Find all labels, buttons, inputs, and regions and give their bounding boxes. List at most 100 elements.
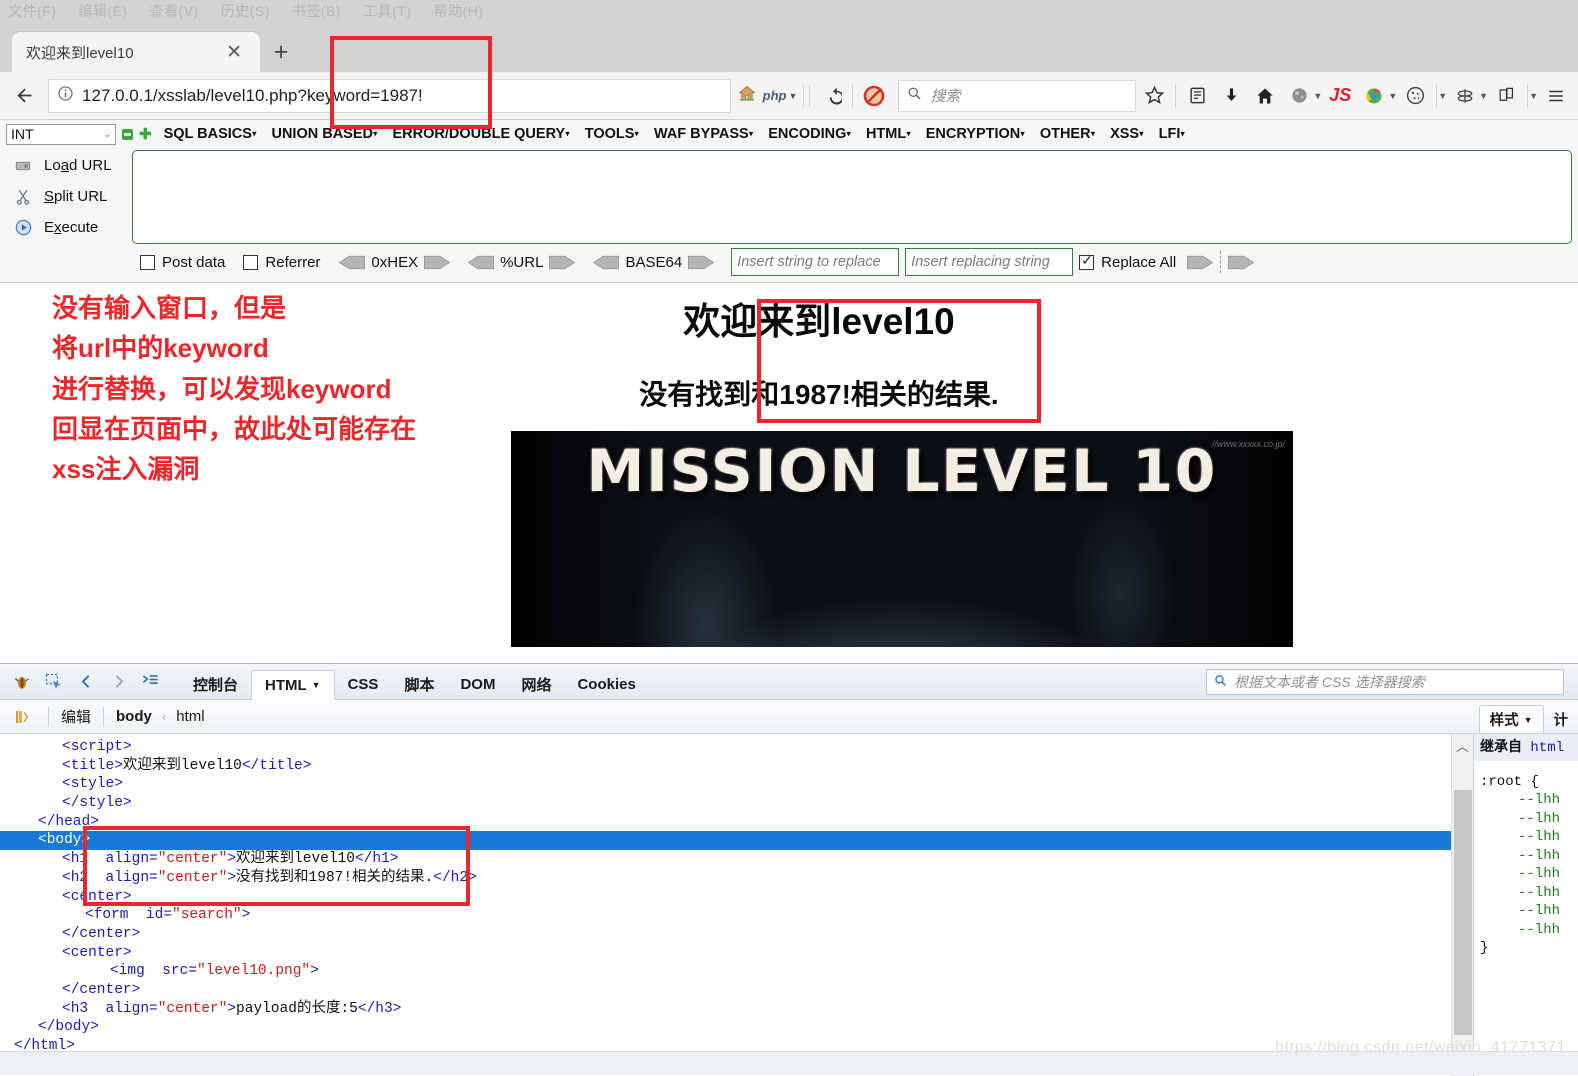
php-indicator[interactable]: php ▼: [737, 84, 805, 108]
hb-menu-lfi[interactable]: LFI▾: [1159, 126, 1185, 142]
code-line[interactable]: +<form id="search">: [0, 906, 1451, 925]
code-line[interactable]: –<style>: [0, 775, 1451, 794]
code-line[interactable]: +<script>: [0, 738, 1451, 757]
code-line[interactable]: –<center>: [0, 944, 1451, 963]
url-converter[interactable]: %URL: [467, 254, 576, 271]
hb-menu-html[interactable]: HTML▾: [866, 126, 911, 142]
pretty-print-icon[interactable]: [8, 704, 36, 730]
chevron-down-icon[interactable]: ▼: [788, 91, 797, 101]
back-button[interactable]: [6, 78, 42, 114]
cookie-icon[interactable]: [1399, 80, 1431, 112]
tab-network[interactable]: 网络: [508, 670, 564, 700]
downloads-icon[interactable]: [1215, 80, 1247, 112]
tab-styles[interactable]: 样式 ▼: [1479, 705, 1544, 733]
noscript-icon[interactable]: [858, 80, 890, 112]
tab-console[interactable]: 控制台: [180, 670, 251, 700]
menu-tools[interactable]: 工具(T): [363, 1, 411, 21]
tab-script[interactable]: 脚本: [391, 670, 447, 700]
js-toggle-icon[interactable]: JS: [1324, 80, 1356, 112]
globe-addon-icon[interactable]: [1283, 80, 1315, 112]
menu-view[interactable]: 查看(V): [150, 1, 199, 21]
hb-menu-xss[interactable]: XSS▾: [1110, 126, 1144, 142]
chevron-down-icon[interactable]: ▼: [1529, 91, 1538, 101]
post-data-checkbox[interactable]: Post data: [140, 254, 225, 271]
code-scrollbar[interactable]: ︿ ﹀: [1451, 734, 1473, 1076]
code-line[interactable]: </body>: [0, 1018, 1451, 1037]
arrow-left-icon[interactable]: [592, 254, 620, 271]
referrer-checkbox[interactable]: Referrer: [243, 254, 320, 271]
code-line[interactable]: <img src="level10.png">: [0, 962, 1451, 981]
menu-button[interactable]: [1540, 80, 1572, 112]
hb-menu-encoding[interactable]: ENCODING▾: [768, 126, 851, 142]
scrollbar-thumb[interactable]: [1454, 790, 1472, 1035]
execute-button[interactable]: Execute: [6, 212, 132, 243]
replace-apply-all-icon[interactable]: [1227, 254, 1255, 271]
plus-icon[interactable]: ✚: [139, 127, 152, 142]
home-button-icon[interactable]: [1249, 80, 1281, 112]
chevron-down-icon[interactable]: ▼: [312, 680, 321, 690]
library-icon[interactable]: [1181, 80, 1213, 112]
reload-button[interactable]: [815, 80, 847, 112]
menu-bookmarks[interactable]: 书签(B): [292, 1, 341, 21]
tab-html[interactable]: HTML ▼: [251, 670, 335, 700]
chevron-down-icon[interactable]: ▼: [1479, 91, 1488, 101]
search-input[interactable]: 搜索: [898, 80, 1136, 112]
base64-converter[interactable]: BASE64: [592, 254, 715, 271]
breadcrumb-body[interactable]: body: [116, 708, 152, 725]
code-line[interactable]: <h3 align="center">payload的长度:5</h3>: [0, 1000, 1451, 1019]
arrow-left-icon[interactable]: [467, 254, 495, 271]
bookmark-star-icon[interactable]: [1138, 80, 1170, 112]
chevron-down-icon[interactable]: ▼: [1524, 715, 1533, 725]
scroll-up-icon[interactable]: ︿: [1456, 734, 1469, 756]
next-icon[interactable]: [104, 669, 132, 695]
menu-file[interactable]: 文件(F): [8, 1, 56, 21]
chevron-down-icon[interactable]: ▼: [1388, 91, 1397, 101]
firebug-icon[interactable]: [8, 669, 36, 695]
hb-menu-tools[interactable]: TOOLS▾: [585, 126, 639, 142]
chevron-down-icon[interactable]: ▼: [1438, 91, 1447, 101]
chrome-palette-icon[interactable]: [1358, 80, 1390, 112]
edit-button[interactable]: 编辑: [61, 706, 91, 727]
replace-to-input[interactable]: Insert replacing string: [905, 248, 1073, 276]
menu-edit[interactable]: 编辑(E): [78, 1, 127, 21]
menu-help[interactable]: 帮助(H): [433, 1, 483, 21]
hb-menu-encryption[interactable]: ENCRYPTION▾: [926, 126, 1025, 142]
type-select[interactable]: INT ⌄: [6, 124, 116, 145]
code-line[interactable]: </style>: [0, 794, 1451, 813]
split-url-button[interactable]: Split URL: [6, 181, 132, 212]
expand-list-icon[interactable]: [136, 669, 164, 695]
new-tab-button[interactable]: +: [260, 32, 302, 72]
replace-apply-icon[interactable]: [1186, 254, 1214, 271]
minus-icon[interactable]: [122, 129, 133, 140]
replace-from-input[interactable]: Insert string to replace: [731, 248, 899, 276]
request-textarea[interactable]: [132, 150, 1572, 244]
previous-icon[interactable]: [72, 669, 100, 695]
hb-menu-other[interactable]: OTHER▾: [1040, 126, 1095, 142]
close-icon[interactable]: ✕: [222, 43, 246, 62]
tab-dom[interactable]: DOM: [447, 670, 508, 700]
hb-menu-sql-basics[interactable]: SQL BASICS▾: [164, 126, 257, 142]
browser-tab[interactable]: 欢迎来到level10 ✕: [12, 32, 260, 72]
load-url-button[interactable]: Load URL: [6, 150, 132, 181]
code-line[interactable]: </center>: [0, 981, 1451, 1000]
chevron-down-icon[interactable]: ▼: [1313, 91, 1322, 101]
tab-cookies[interactable]: Cookies: [564, 670, 648, 700]
tab-computed[interactable]: 计: [1544, 705, 1578, 733]
arrow-right-icon[interactable]: [548, 254, 576, 271]
replace-all-checkbox[interactable]: Replace All: [1079, 254, 1176, 271]
arrow-right-icon[interactable]: [687, 254, 715, 271]
code-line[interactable]: <title>欢迎来到level10</title>: [0, 757, 1451, 776]
hackbar-icon[interactable]: [1449, 80, 1481, 112]
menu-history[interactable]: 历史(S): [221, 1, 270, 21]
inspector-picker-icon[interactable]: [40, 669, 68, 695]
arrow-right-icon[interactable]: [423, 254, 451, 271]
arrow-left-icon[interactable]: [338, 254, 366, 271]
hb-menu-waf-bypass[interactable]: WAF BYPASS▾: [654, 126, 753, 142]
info-icon[interactable]: [57, 85, 74, 107]
tab-css[interactable]: CSS: [335, 670, 392, 700]
devtools-search-input[interactable]: 根据文本或者 CSS 选择器搜索: [1206, 669, 1564, 695]
breadcrumb-html[interactable]: html: [176, 708, 204, 725]
hex-converter[interactable]: 0xHEX: [338, 254, 451, 271]
copy-pages-icon[interactable]: [1490, 80, 1522, 112]
code-line[interactable]: </center>: [0, 925, 1451, 944]
